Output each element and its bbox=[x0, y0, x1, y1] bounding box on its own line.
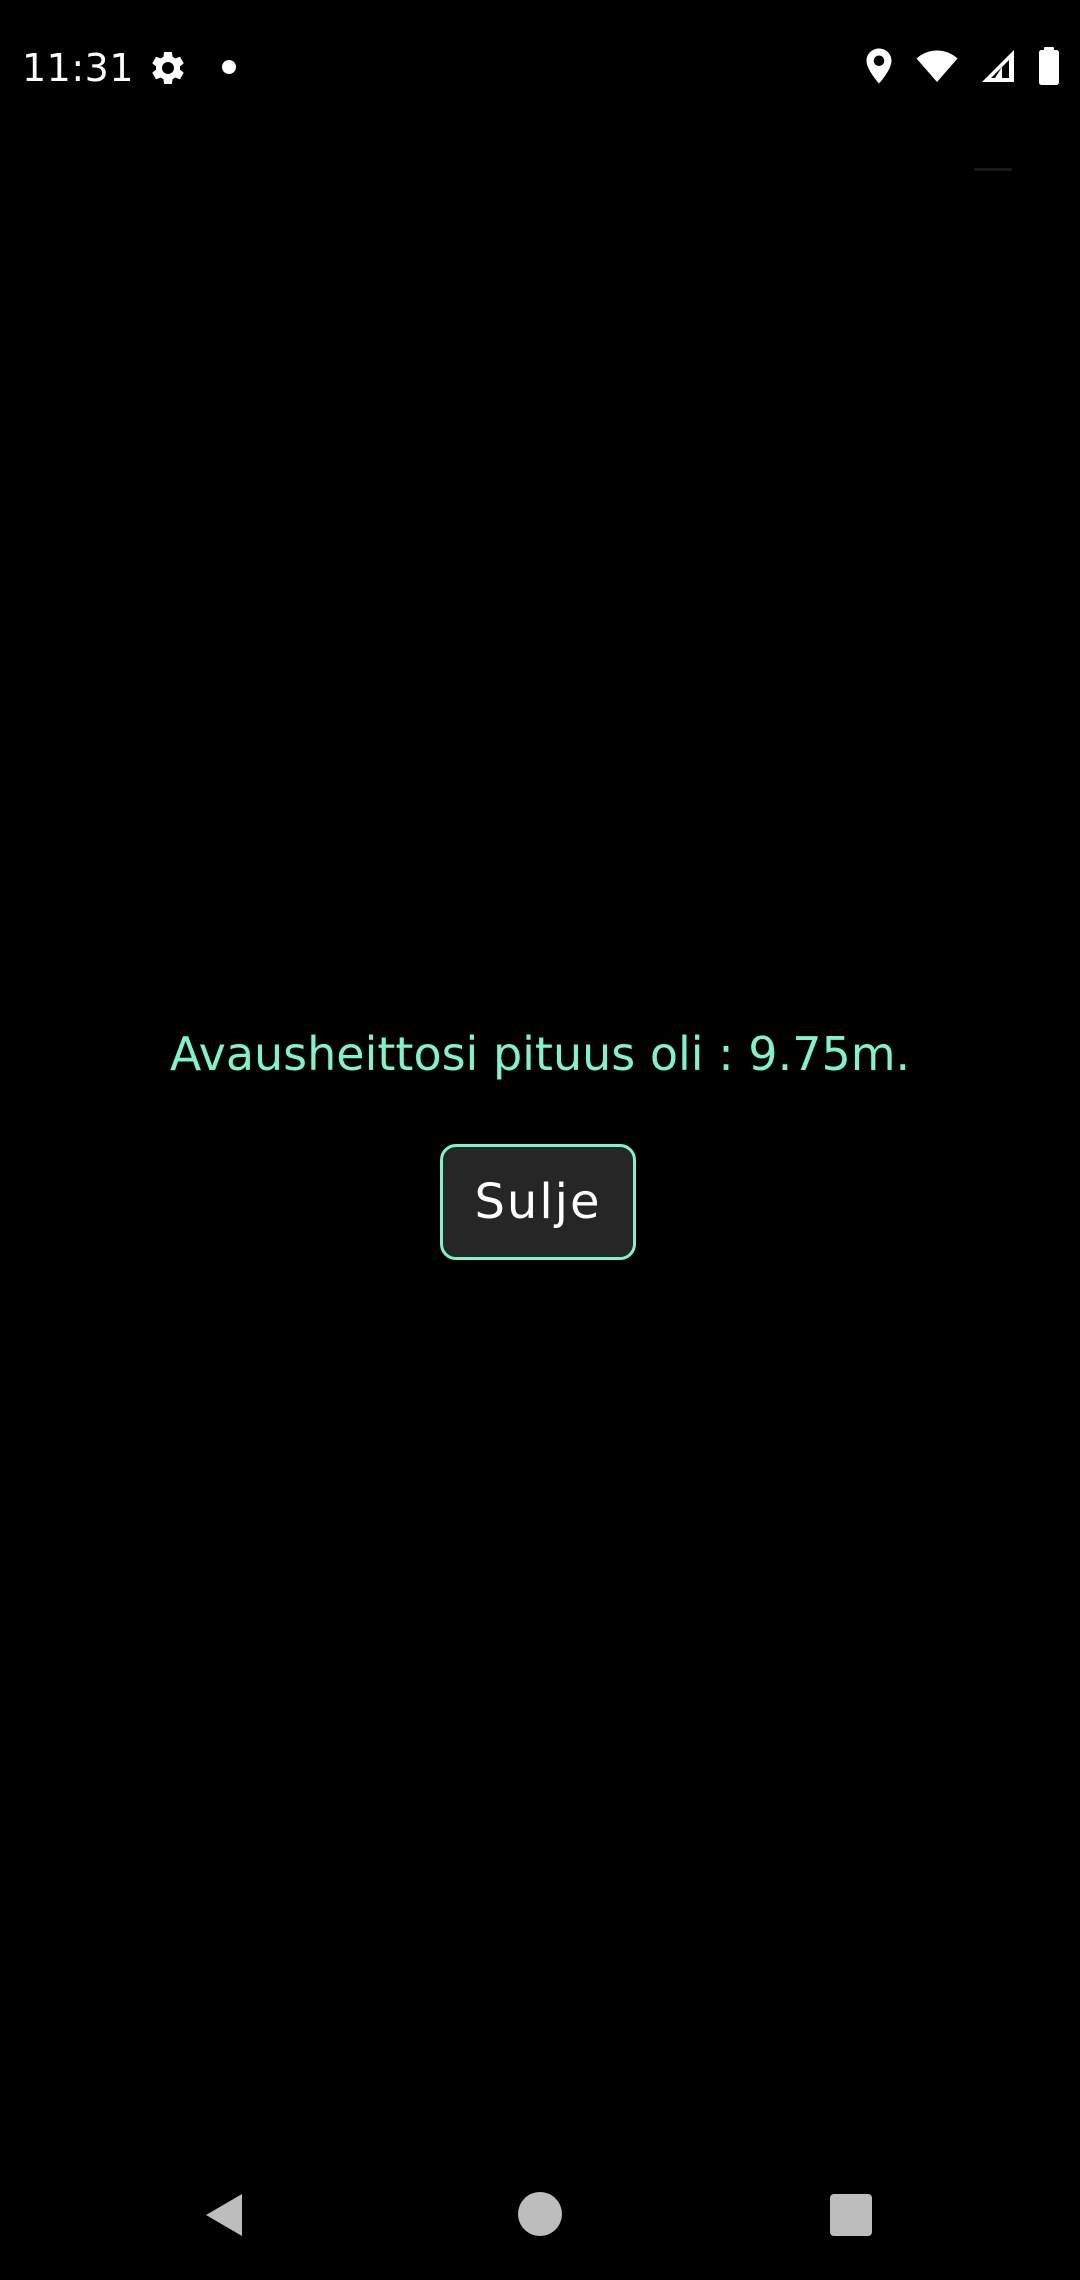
back-icon[interactable] bbox=[204, 2192, 244, 2242]
status-time: 11:31 bbox=[22, 46, 135, 90]
top-edge-fragment bbox=[974, 168, 1012, 171]
signal-icon bbox=[980, 48, 1016, 84]
recents-icon[interactable] bbox=[830, 2194, 872, 2236]
notification-dot-icon bbox=[222, 60, 236, 74]
status-bar: 11:31 bbox=[0, 0, 1080, 136]
close-button[interactable]: Sulje bbox=[440, 1144, 636, 1260]
status-icons bbox=[864, 46, 1060, 86]
battery-icon bbox=[1038, 47, 1060, 85]
home-icon[interactable] bbox=[518, 2192, 562, 2236]
gear-icon bbox=[148, 48, 188, 88]
wifi-icon bbox=[916, 48, 958, 84]
location-icon bbox=[864, 46, 894, 86]
result-message: Avausheittosi pituus oli : 9.75m. bbox=[169, 1027, 911, 1081]
navigation-bar bbox=[0, 2152, 1080, 2280]
